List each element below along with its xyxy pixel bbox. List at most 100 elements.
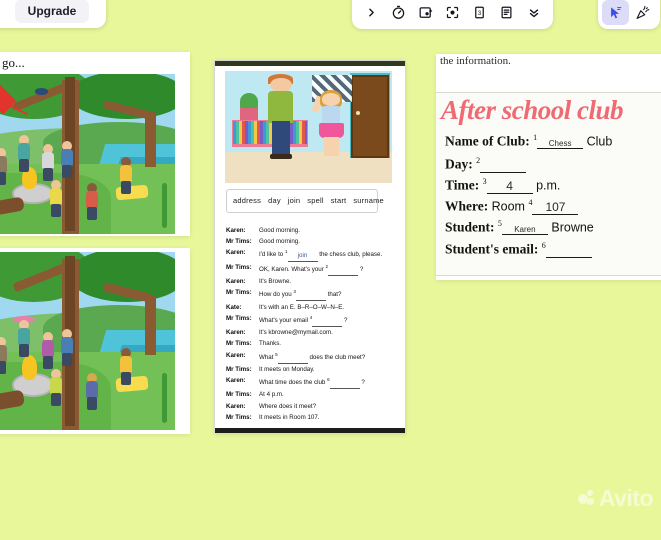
form-field-row: Where: Room 4 107 <box>445 198 579 215</box>
word-bank-item: spell <box>307 196 324 205</box>
focus-frame-icon[interactable] <box>439 0 466 25</box>
form-field-blank[interactable] <box>480 158 527 173</box>
dialogue-worksheet[interactable]: address day join spell start surname Karen: Go… <box>214 60 406 434</box>
dialogue-speaker: Mr Tims: <box>226 238 252 246</box>
upgrade-button[interactable]: Upgrade <box>14 0 90 23</box>
avito-watermark: Avito <box>577 485 654 512</box>
image-spotlight-icon[interactable] <box>412 0 439 25</box>
dialogue-speaker: Karen: <box>226 402 246 410</box>
form-field-blank[interactable] <box>545 243 592 258</box>
timer-icon[interactable] <box>385 0 412 25</box>
dialogue-text: OK, Karen. What's your 2 ? <box>259 263 398 276</box>
list-icon[interactable] <box>493 0 520 25</box>
gap-blank[interactable] <box>329 378 360 390</box>
camping-scene-image-top[interactable] <box>0 74 175 234</box>
dialogue-line: Mr Tims: What's your email 4 ? <box>226 314 398 327</box>
form-title: After school club <box>441 95 624 125</box>
form-field-blank[interactable]: 4 <box>486 179 533 194</box>
form-field-label: Student's email: <box>445 241 542 257</box>
form-field-row: Student: 5Karen Browne <box>445 219 594 236</box>
form-field-blank[interactable]: 107 <box>532 200 579 215</box>
sheet-bottom-band <box>215 428 405 433</box>
form-field-suffix: p.m. <box>532 178 561 193</box>
dialogue-line: Kate: It's with an E. B–R–O–W–N–E. <box>226 303 398 313</box>
form-field-label: Where: <box>445 198 492 214</box>
scene-artwork <box>0 74 175 234</box>
dialogue-line: Karen: What 5 does the club meet? <box>226 351 398 364</box>
dialogue-speaker: Karen: <box>226 278 246 286</box>
gap-blank[interactable] <box>277 353 308 364</box>
word-bank-item: surname <box>353 196 384 205</box>
word-bank-item: day <box>268 196 281 205</box>
left-instruction-fragment: go... <box>2 55 25 70</box>
confetti-icon[interactable] <box>629 0 656 25</box>
main-toolbar: 3 <box>352 0 553 29</box>
word-bank-item: address <box>233 196 262 205</box>
gap-blank[interactable]: join <box>287 251 318 262</box>
chevron-right-icon[interactable] <box>358 0 385 25</box>
dialogue-text: Where does it meet? <box>259 402 317 410</box>
dialogue-speaker: Mr Tims: <box>226 391 252 399</box>
gap-blank[interactable] <box>328 265 359 276</box>
gap-blank[interactable] <box>312 316 343 327</box>
dialogue-line: Karen: I'd like to 1 join the chess club, … <box>226 248 398 262</box>
word-bank-item: start <box>330 196 347 205</box>
form-field-row: Day: 2 <box>445 156 527 173</box>
dialogue-line: Mr Tims: At 4 p.m. <box>226 390 398 400</box>
dialogue-speaker: Mr Tims: <box>226 289 252 297</box>
after-school-club-form[interactable]: After school club Name of Club: 1Chess C… <box>436 92 661 276</box>
dialogue-text: What time does the club 6 ? <box>259 376 398 390</box>
dialogue-line: Mr Tims: It meets on Monday. <box>226 365 398 375</box>
sheet-top-band <box>215 61 405 66</box>
dialogue-line: Karen: It's Browne. <box>226 277 398 287</box>
form-field-row: Student's email: 6 <box>445 241 592 258</box>
form-field-blank[interactable]: Karen <box>501 225 548 235</box>
dialogue-line: Mr Tims: OK, Karen. What's your 2 ? <box>226 263 398 276</box>
left-worksheet-bottom[interactable] <box>0 248 190 434</box>
dialogue-text: How do you 3 that? <box>259 288 398 302</box>
dialogue-speaker: Karen: <box>226 377 246 385</box>
number-card-icon[interactable]: 3 <box>466 0 493 25</box>
dialogue-speaker: Karen: <box>226 227 246 234</box>
upgrade-panel: Upgrade <box>0 0 106 28</box>
form-field-label: Day: <box>445 156 477 172</box>
dialogue-line: Mr Tims: How do you 3 that? <box>226 288 398 302</box>
dialogue-speaker: Mr Tims: <box>226 263 252 271</box>
left-worksheet-top[interactable]: go... <box>0 52 190 236</box>
dialogue-text: What 5 does the club meet? <box>259 351 398 364</box>
dialogue-text: At 4 p.m. <box>259 391 284 399</box>
chevron-double-down-icon[interactable] <box>520 0 547 25</box>
library-scene-image[interactable] <box>225 71 392 183</box>
dialogue-speaker: Karen: <box>226 351 246 359</box>
dialogue-speaker: Karen: <box>226 249 246 257</box>
dialogue-speaker: Karen: <box>226 329 246 337</box>
dialogue-line: Karen: What time does the club 6 ? <box>226 376 398 390</box>
gap-blank[interactable] <box>295 290 326 302</box>
dialogue-line: Mr Tims: Good morning. <box>226 237 398 247</box>
watermark-text: Avito <box>598 485 654 511</box>
dialogue-line: Karen: It's kbrowne@mymail.com. <box>226 328 398 338</box>
form-field-row: Name of Club: 1Chess Club <box>445 133 612 150</box>
cursor-icon[interactable] <box>602 0 629 25</box>
dialogue-text: It's with an E. B–R–O–W–N–E. <box>259 303 345 311</box>
form-field-suffix: Club <box>583 134 613 149</box>
form-field-label: Time: <box>445 177 483 193</box>
dialogue-text: It meets on Monday. <box>259 365 315 373</box>
dialogue-text: Good morning. <box>259 238 300 246</box>
dialogue-line: Mr Tims: Thanks. <box>226 339 398 349</box>
dialogue-text: Good morning. <box>259 227 300 234</box>
dialogue-text: It's Browne. <box>259 278 292 286</box>
tool-selection-group <box>598 0 660 29</box>
dialogue-text: Thanks. <box>259 340 282 348</box>
club-form-worksheet[interactable]: the information. After school club Name … <box>436 54 661 280</box>
svg-text:3: 3 <box>478 10 482 17</box>
dialogue-speaker: Mr Tims: <box>226 365 252 373</box>
form-field-blank[interactable]: Chess <box>537 139 584 149</box>
word-bank-item: join <box>287 196 301 205</box>
scene-artwork-variant <box>0 252 175 430</box>
form-field-label: Name of Club: <box>445 133 534 149</box>
camping-scene-image-bottom[interactable] <box>0 252 175 430</box>
dialogue-text: What's your email 4 ? <box>259 314 398 327</box>
dialogue-list: Karen: Good morning. Mr Tims: Good morning.… <box>226 226 398 424</box>
dialogue-line: Karen: Good morning. <box>226 226 398 236</box>
